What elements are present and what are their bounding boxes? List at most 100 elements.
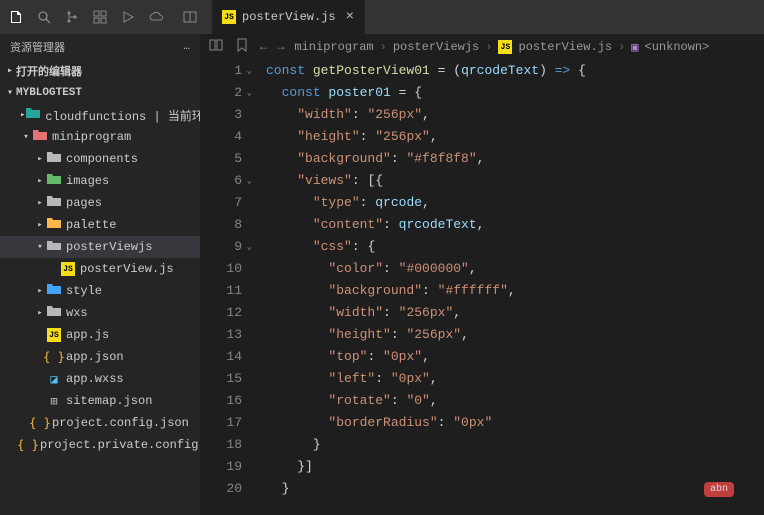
fold-icon[interactable]: ⌄ <box>247 236 252 258</box>
folder-icon <box>46 237 62 257</box>
code-line[interactable]: "background": "#ffffff", <box>266 280 764 302</box>
nav-forward-icon[interactable]: → <box>277 40 284 54</box>
tree-arrow-icon: ▾ <box>34 242 46 252</box>
code-line[interactable]: "width": "256px", <box>266 302 764 324</box>
line-number: 8 <box>200 214 242 236</box>
tree-arrow-icon: ▸ <box>34 220 46 230</box>
tree-label: project.config.json <box>52 416 189 430</box>
breadcrumb-item[interactable]: posterViewjs <box>393 40 479 54</box>
breadcrumb-sep-icon: › <box>485 40 492 54</box>
fold-icon[interactable]: ⌄ <box>247 82 252 104</box>
source-control-icon[interactable] <box>62 7 82 27</box>
breadcrumb-item[interactable]: <unknown> <box>645 40 710 54</box>
editor-area: ← → miniprogram › posterViewjs › JS post… <box>200 34 764 515</box>
tree-node[interactable]: { }project.private.config.json <box>0 434 200 456</box>
tree-label: posterViewjs <box>66 240 152 254</box>
line-number: 2⌄ <box>200 82 242 104</box>
chevron-right-icon: ▸ <box>4 65 16 77</box>
extensions-icon[interactable] <box>90 7 110 27</box>
cloud-icon[interactable] <box>146 7 166 27</box>
code-line[interactable]: "top": "0px", <box>266 346 764 368</box>
tree-node[interactable]: ⊞sitemap.json <box>0 390 200 412</box>
line-number: 10 <box>200 258 242 280</box>
code-line[interactable]: "height": "256px", <box>266 126 764 148</box>
tree-arrow-icon: ▸ <box>34 176 46 186</box>
nav-back-icon[interactable]: ← <box>260 40 267 54</box>
tree-node[interactable]: JSposterView.js <box>0 258 200 280</box>
code-line[interactable]: "views": [{ <box>266 170 764 192</box>
editor-tab-posterview[interactable]: JS posterView.js × <box>212 0 365 34</box>
code-line[interactable]: "borderRadius": "0px" <box>266 412 764 434</box>
line-number: 1⌄ <box>200 60 242 82</box>
breadcrumb-sep-icon: › <box>380 40 387 54</box>
tree-node[interactable]: JSapp.js <box>0 324 200 346</box>
code-line[interactable]: const getPosterView01 = (qrcodeText) => … <box>266 60 764 82</box>
tab-label: posterView.js <box>242 10 336 24</box>
tree-node[interactable]: ▸images <box>0 170 200 192</box>
code-line[interactable]: "rotate": "0", <box>266 390 764 412</box>
chevron-down-icon: ▾ <box>4 87 16 99</box>
debug-icon[interactable] <box>118 7 138 27</box>
search-icon[interactable] <box>34 7 54 27</box>
line-number: 15 <box>200 368 242 390</box>
folder-icon <box>25 105 41 125</box>
line-number: 13 <box>200 324 242 346</box>
tree-node[interactable]: ▸cloudfunctions | 当前环境: blo… <box>0 104 200 126</box>
tree-label: cloudfunctions | 当前环境: blo… <box>45 107 200 124</box>
tree-node[interactable]: ▸wxs <box>0 302 200 324</box>
code-line[interactable]: } <box>266 478 764 500</box>
project-label: MYBLOGTEST <box>16 87 82 99</box>
file-tree: ▸cloudfunctions | 当前环境: blo…▾miniprogram… <box>0 104 200 515</box>
fold-icon[interactable]: ⌄ <box>247 60 252 82</box>
project-section[interactable]: ▾ MYBLOGTEST <box>0 82 200 104</box>
code-line[interactable]: } <box>266 434 764 456</box>
code-content[interactable]: const getPosterView01 = (qrcodeText) => … <box>250 60 764 515</box>
tree-node[interactable]: ▸palette <box>0 214 200 236</box>
tree-node[interactable]: ▾ posterViewjs <box>0 236 200 258</box>
compare-icon[interactable] <box>208 37 224 57</box>
js-file-icon: JS <box>222 10 236 24</box>
tree-node[interactable]: { }project.config.json <box>0 412 200 434</box>
code-line[interactable]: const poster01 = { <box>266 82 764 104</box>
code-line[interactable]: "left": "0px", <box>266 368 764 390</box>
close-tab-icon[interactable]: × <box>346 9 354 25</box>
explorer-icon[interactable] <box>6 7 26 27</box>
breadcrumb-item[interactable]: posterView.js <box>518 40 612 54</box>
line-number: 17 <box>200 412 242 434</box>
line-number: 14 <box>200 346 242 368</box>
code-line[interactable]: "content": qrcodeText, <box>266 214 764 236</box>
fold-icon[interactable]: ⌄ <box>247 170 252 192</box>
tree-label: components <box>66 152 138 166</box>
tree-arrow-icon: ▾ <box>20 132 32 142</box>
minimap-badge: abn <box>704 482 734 497</box>
breadcrumb[interactable]: miniprogram › posterViewjs › JS posterVi… <box>294 40 709 55</box>
code-line[interactable]: "type": qrcode, <box>266 192 764 214</box>
tree-arrow-icon: ▸ <box>34 198 46 208</box>
code-line[interactable]: "background": "#f8f8f8", <box>266 148 764 170</box>
code-line[interactable]: "width": "256px", <box>266 104 764 126</box>
breadcrumb-item[interactable]: miniprogram <box>294 40 373 54</box>
sidebar-header: 资源管理器 … <box>0 34 200 60</box>
json-file-icon: { } <box>17 438 39 452</box>
tree-node[interactable]: ▸pages <box>0 192 200 214</box>
tree-label: miniprogram <box>52 130 131 144</box>
split-editor-icon[interactable] <box>180 7 200 27</box>
tree-node[interactable]: ▸components <box>0 148 200 170</box>
code-line[interactable]: "css": { <box>266 236 764 258</box>
line-number: 18 <box>200 434 242 456</box>
bookmark-icon[interactable] <box>234 37 250 57</box>
code-editor[interactable]: 1⌄2⌄3456⌄789⌄1011121314151617181920 cons… <box>200 60 764 515</box>
code-line[interactable]: }] <box>266 456 764 478</box>
tree-node[interactable]: ▸style <box>0 280 200 302</box>
sidebar-menu-icon[interactable]: … <box>183 41 190 53</box>
tree-node[interactable]: { }app.json <box>0 346 200 368</box>
code-line[interactable]: "color": "#000000", <box>266 258 764 280</box>
code-line[interactable]: "height": "256px", <box>266 324 764 346</box>
tree-node[interactable]: ▾ miniprogram <box>0 126 200 148</box>
js-file-icon: JS <box>61 262 75 276</box>
tree-node[interactable]: ◪app.wxss <box>0 368 200 390</box>
line-number: 11 <box>200 280 242 302</box>
open-editors-section[interactable]: ▸ 打开的编辑器 <box>0 60 200 82</box>
tree-label: app.wxss <box>66 372 124 386</box>
open-editors-label: 打开的编辑器 <box>16 63 82 79</box>
